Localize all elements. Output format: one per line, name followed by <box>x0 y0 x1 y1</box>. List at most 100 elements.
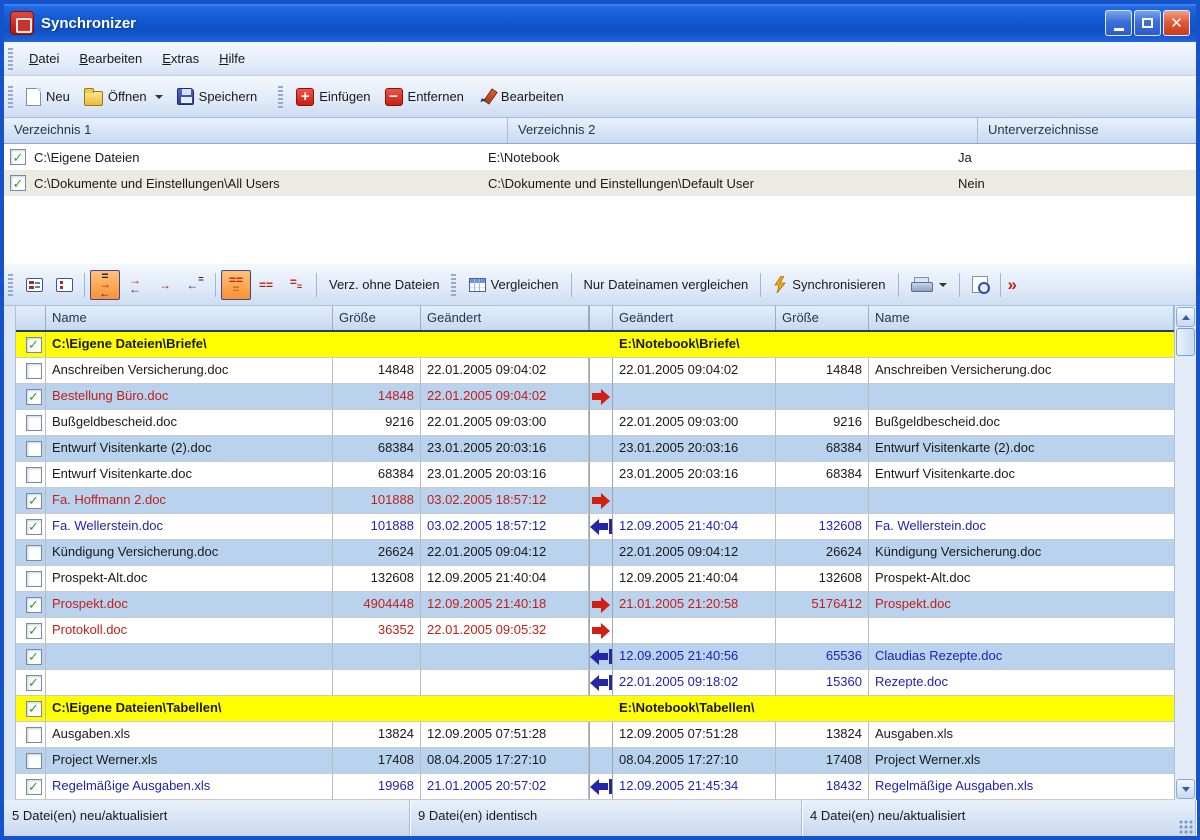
row-checkbox[interactable] <box>26 753 42 769</box>
row-checkbox[interactable] <box>26 415 42 431</box>
save-button[interactable]: Speichern <box>170 84 265 109</box>
row-checkbox[interactable]: ✓ <box>26 701 42 717</box>
menu-item-datei[interactable]: Datei <box>19 47 69 70</box>
header-verzeichnis-1[interactable]: Verzeichnis 1 <box>4 118 508 143</box>
file-row[interactable]: Entwurf Visitenkarte (2).doc6838423.01.2… <box>16 436 1174 462</box>
remove-button[interactable]: − Entfernen <box>378 84 471 110</box>
header-name-left[interactable]: Name <box>46 306 333 330</box>
show-identical-list-button[interactable]: == = <box>221 270 251 300</box>
file-row[interactable]: ✓Fa. Wellerstein.doc10188803.02.2005 18:… <box>16 514 1174 540</box>
file-row[interactable]: Prospekt-Alt.doc13260812.09.2005 21:40:0… <box>16 566 1174 592</box>
filter-left-to-right-button[interactable]: → <box>150 270 180 300</box>
show-left-panel-button[interactable] <box>19 270 49 300</box>
file-row[interactable]: ✓12.09.2005 21:40:5665536Claudias Rezept… <box>16 644 1174 670</box>
scroll-thumb[interactable] <box>1176 328 1195 356</box>
app-icon[interactable] <box>10 11 34 35</box>
header-verzeichnis-2[interactable]: Verzeichnis 2 <box>508 118 978 143</box>
row-checkbox[interactable]: ✓ <box>26 337 42 353</box>
toolbar-grip-2[interactable] <box>278 86 283 108</box>
file-row[interactable]: Ausgaben.xls1382412.09.2005 07:51:2812.0… <box>16 722 1174 748</box>
file-row[interactable]: Kündigung Versicherung.doc2662422.01.200… <box>16 540 1174 566</box>
open-button[interactable]: Öffnen <box>77 84 170 110</box>
show-equal-size-button[interactable]: == <box>281 270 311 300</box>
group-row[interactable]: ✓C:\Eigene Dateien\Briefe\E:\Notebook\Br… <box>16 332 1174 358</box>
new-button[interactable]: Neu <box>19 84 77 110</box>
row-checkbox[interactable] <box>26 363 42 379</box>
scroll-up-button[interactable] <box>1176 307 1195 327</box>
synchronisieren-button[interactable]: Synchronisieren <box>766 272 892 297</box>
resize-grip[interactable] <box>1179 820 1193 834</box>
menu-grip[interactable] <box>8 48 13 70</box>
open-dropdown-icon[interactable] <box>155 95 163 99</box>
group-row[interactable]: ✓C:\Eigene Dateien\Tabellen\E:\Notebook\… <box>16 696 1174 722</box>
menu-item-extras[interactable]: Extras <box>152 47 209 70</box>
row-checkbox[interactable]: ✓ <box>10 175 26 191</box>
insert-button[interactable]: + Einfügen <box>289 84 377 110</box>
minimize-button[interactable] <box>1105 10 1132 36</box>
row-checkbox[interactable]: ✓ <box>26 649 42 665</box>
group-arrow-cell <box>589 332 613 358</box>
file-row[interactable]: Entwurf Visitenkarte.doc6838423.01.2005 … <box>16 462 1174 488</box>
file-size-left: 132608 <box>333 566 421 592</box>
row-checkbox[interactable]: ✓ <box>26 519 42 535</box>
title-bar: Synchronizer ✕ <box>4 4 1196 42</box>
directory-row[interactable]: ✓C:\Dokumente und Einstellungen\All User… <box>4 170 1196 196</box>
toolbar-overflow-chevron-icon[interactable]: » <box>1008 275 1017 295</box>
file-row[interactable]: Project Werner.xls1740808.04.2005 17:27:… <box>16 748 1174 774</box>
compare-toolbar-grip[interactable] <box>8 274 13 296</box>
row-checkbox[interactable] <box>26 441 42 457</box>
menu-item-bearbeiten[interactable]: Bearbeiten <box>69 47 152 70</box>
verz-ohne-dateien-button[interactable]: Verz. ohne Dateien <box>322 273 447 296</box>
header-size-right[interactable]: Größe <box>776 306 869 330</box>
close-button[interactable]: ✕ <box>1163 10 1190 36</box>
print-button[interactable] <box>904 273 954 297</box>
row-checkbox[interactable]: ✓ <box>26 675 42 691</box>
vertical-scrollbar[interactable] <box>1174 306 1196 800</box>
row-checkbox[interactable]: ✓ <box>26 623 42 639</box>
menu-item-hilfe[interactable]: Hilfe <box>209 47 255 70</box>
copy-left-arrow-icon <box>590 519 612 535</box>
file-row[interactable]: ✓Fa. Hoffmann 2.doc10188803.02.2005 18:5… <box>16 488 1174 514</box>
show-right-panel-button[interactable] <box>49 270 79 300</box>
print-preview-button[interactable] <box>965 272 995 297</box>
row-checkbox[interactable] <box>26 727 42 743</box>
scroll-down-button[interactable] <box>1176 779 1195 799</box>
direction-arrow-cell <box>589 618 613 644</box>
vergleichen-button[interactable]: Vergleichen <box>462 273 566 296</box>
edit-button[interactable]: Bearbeiten <box>471 84 571 110</box>
compare-toolbar-grip-2[interactable] <box>451 274 456 296</box>
row-checkbox[interactable]: ✓ <box>26 597 42 613</box>
row-checkbox[interactable]: ✓ <box>26 779 42 795</box>
file-row[interactable]: ✓Regelmäßige Ausgaben.xls1996821.01.2005… <box>16 774 1174 800</box>
scroll-track[interactable] <box>1175 356 1196 778</box>
toolbar-grip-1[interactable] <box>8 86 13 108</box>
preview-magnifier-icon <box>972 276 988 293</box>
header-unterverzeichnisse[interactable]: Unterverzeichnisse <box>978 118 1196 143</box>
directory-row[interactable]: ✓C:\Eigene DateienE:\NotebookJa <box>4 144 1196 170</box>
file-row[interactable]: ✓22.01.2005 09:18:0215360Rezepte.doc <box>16 670 1174 696</box>
nur-dateinamen-button[interactable]: Nur Dateinamen vergleichen <box>577 273 756 296</box>
file-row[interactable]: ✓Bestellung Büro.doc1484822.01.2005 09:0… <box>16 384 1174 410</box>
show-identical-button[interactable]: == <box>251 270 281 300</box>
filter-all-directions-button[interactable]: = → ← <box>90 270 120 300</box>
header-name-right[interactable]: Name <box>869 306 1174 330</box>
maximize-button[interactable] <box>1134 10 1161 36</box>
file-row[interactable]: ✓Prospekt.doc490444812.09.2005 21:40:182… <box>16 592 1174 618</box>
row-checkbox[interactable]: ✓ <box>26 493 42 509</box>
row-checkbox[interactable] <box>26 467 42 483</box>
row-checkbox[interactable]: ✓ <box>26 389 42 405</box>
file-row[interactable]: Anschreiben Versicherung.doc1484822.01.2… <box>16 358 1174 384</box>
header-size-left[interactable]: Größe <box>333 306 421 330</box>
row-checkbox[interactable] <box>26 545 42 561</box>
file-row[interactable]: ✓Protokoll.doc3635222.01.2005 09:05:32 <box>16 618 1174 644</box>
header-date-right[interactable]: Geändert <box>613 306 776 330</box>
filter-both-directions-button[interactable]: → ← <box>120 270 150 300</box>
direction-arrow-cell <box>589 540 613 566</box>
row-checkbox[interactable] <box>26 571 42 587</box>
print-dropdown-icon[interactable] <box>939 283 947 287</box>
filter-right-to-left-button[interactable]: ←= <box>180 270 210 300</box>
row-checkbox[interactable]: ✓ <box>10 149 26 165</box>
direction-arrow-cell <box>589 670 613 696</box>
file-row[interactable]: Bußgeldbescheid.doc921622.01.2005 09:03:… <box>16 410 1174 436</box>
header-date-left[interactable]: Geändert <box>421 306 589 330</box>
